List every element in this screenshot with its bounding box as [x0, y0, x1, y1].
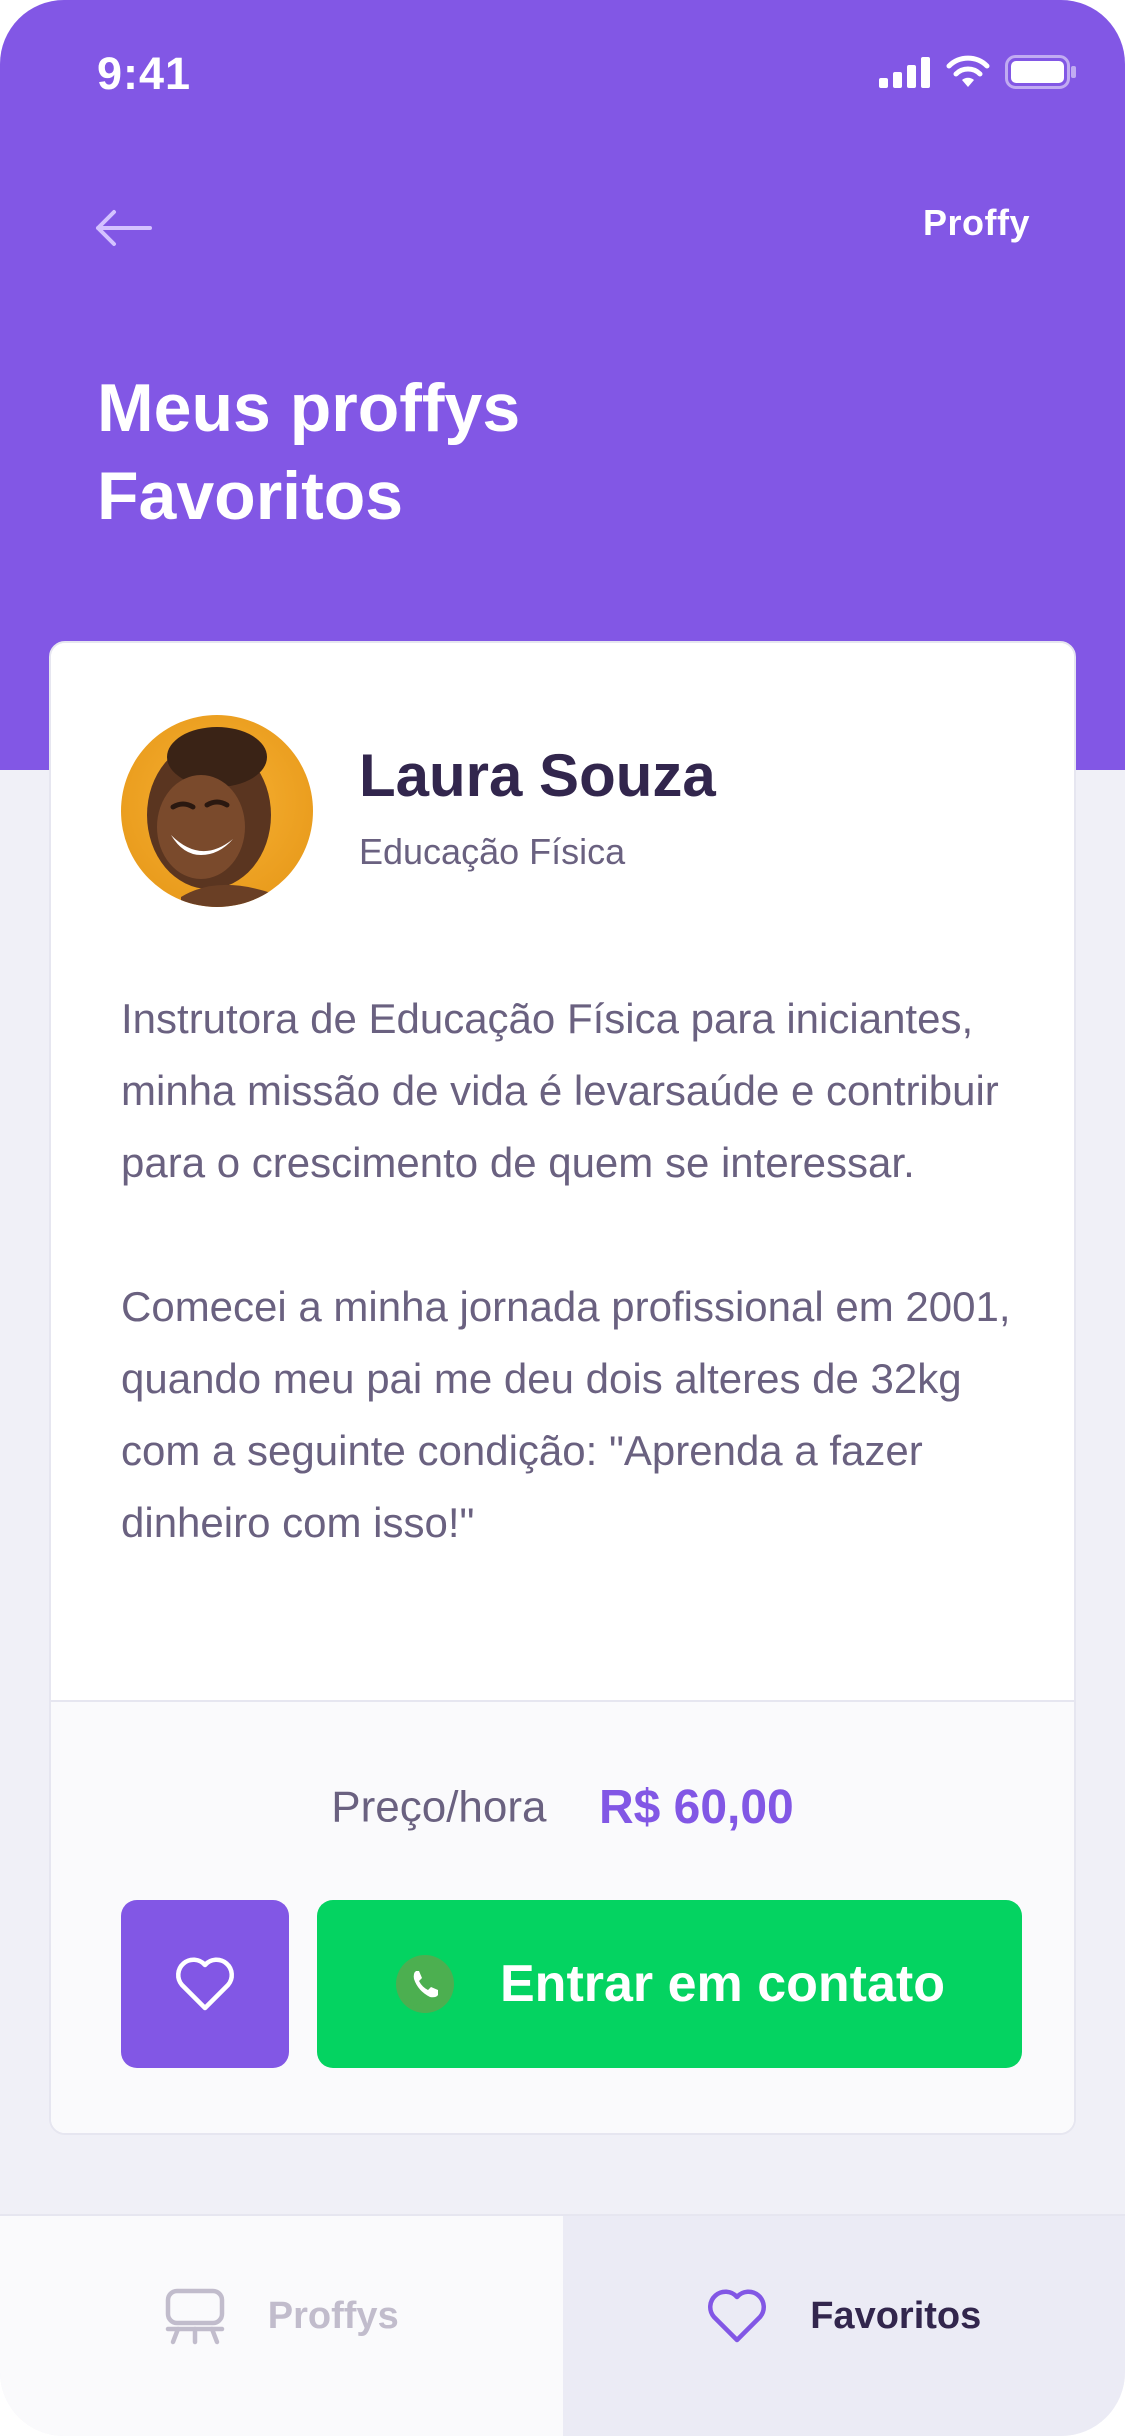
- battery-icon: [1005, 55, 1076, 89]
- heart-icon: [176, 1957, 234, 2011]
- contact-button[interactable]: Entrar em contato: [317, 1900, 1022, 2068]
- cellular-signal-icon: [879, 57, 930, 88]
- tab-proffys[interactable]: Proffys: [0, 2216, 563, 2436]
- teacher-name: Laura Souza: [359, 742, 716, 809]
- contact-button-label: Entrar em contato: [500, 1955, 945, 2013]
- app-screen: 9:41 Proffy Meus proffys Favoritos Laura…: [0, 0, 1125, 2436]
- price-value: R$ 60,00: [598, 1781, 794, 1834]
- arrow-left-icon: [96, 210, 152, 246]
- page-title-line-2: Favoritos: [97, 458, 404, 534]
- page-title: Meus proffys Favoritos: [97, 364, 520, 540]
- teacher-card-footer: Preço/hora R$ 60,00 Entrar em contato: [51, 1700, 1074, 2133]
- tab-bar: Proffys Favoritos: [0, 2214, 1125, 2436]
- price-label: Preço/hora: [331, 1782, 547, 1832]
- proffy-logo: Proffy: [922, 202, 1030, 243]
- teacher-bio: Instrutora de Educação Física para inici…: [121, 983, 1021, 1559]
- favorite-button[interactable]: [121, 1900, 289, 2068]
- tab-proffys-label: Proffys: [267, 2294, 399, 2337]
- page-title-line-1: Meus proffys: [97, 370, 521, 446]
- status-time: 9:41: [97, 48, 192, 99]
- bio-paragraph: Instrutora de Educação Física para inici…: [121, 995, 999, 1186]
- bio-paragraph: Comecei a minha jornada profissional em …: [121, 1283, 1011, 1546]
- status-icons: [879, 55, 1077, 89]
- wifi-icon: [946, 55, 990, 87]
- back-button[interactable]: [90, 200, 156, 256]
- teacher-avatar: [121, 715, 313, 907]
- teacher-photo: [121, 715, 313, 907]
- tab-favoritos[interactable]: Favoritos: [562, 2216, 1125, 2436]
- tab-favoritos-label: Favoritos: [810, 2294, 982, 2337]
- price-row: Preço/hora R$ 60,00: [51, 1780, 1074, 1835]
- teacher-card: Laura Souza Educação Física Instrutora d…: [49, 641, 1076, 2135]
- teacher-card-body: Laura Souza Educação Física Instrutora d…: [51, 643, 1074, 1700]
- heart-icon: [708, 2289, 767, 2343]
- teacher-subject: Educação Física: [359, 831, 626, 872]
- whatsapp-icon: [396, 1955, 454, 2013]
- easel-icon: [165, 2288, 225, 2345]
